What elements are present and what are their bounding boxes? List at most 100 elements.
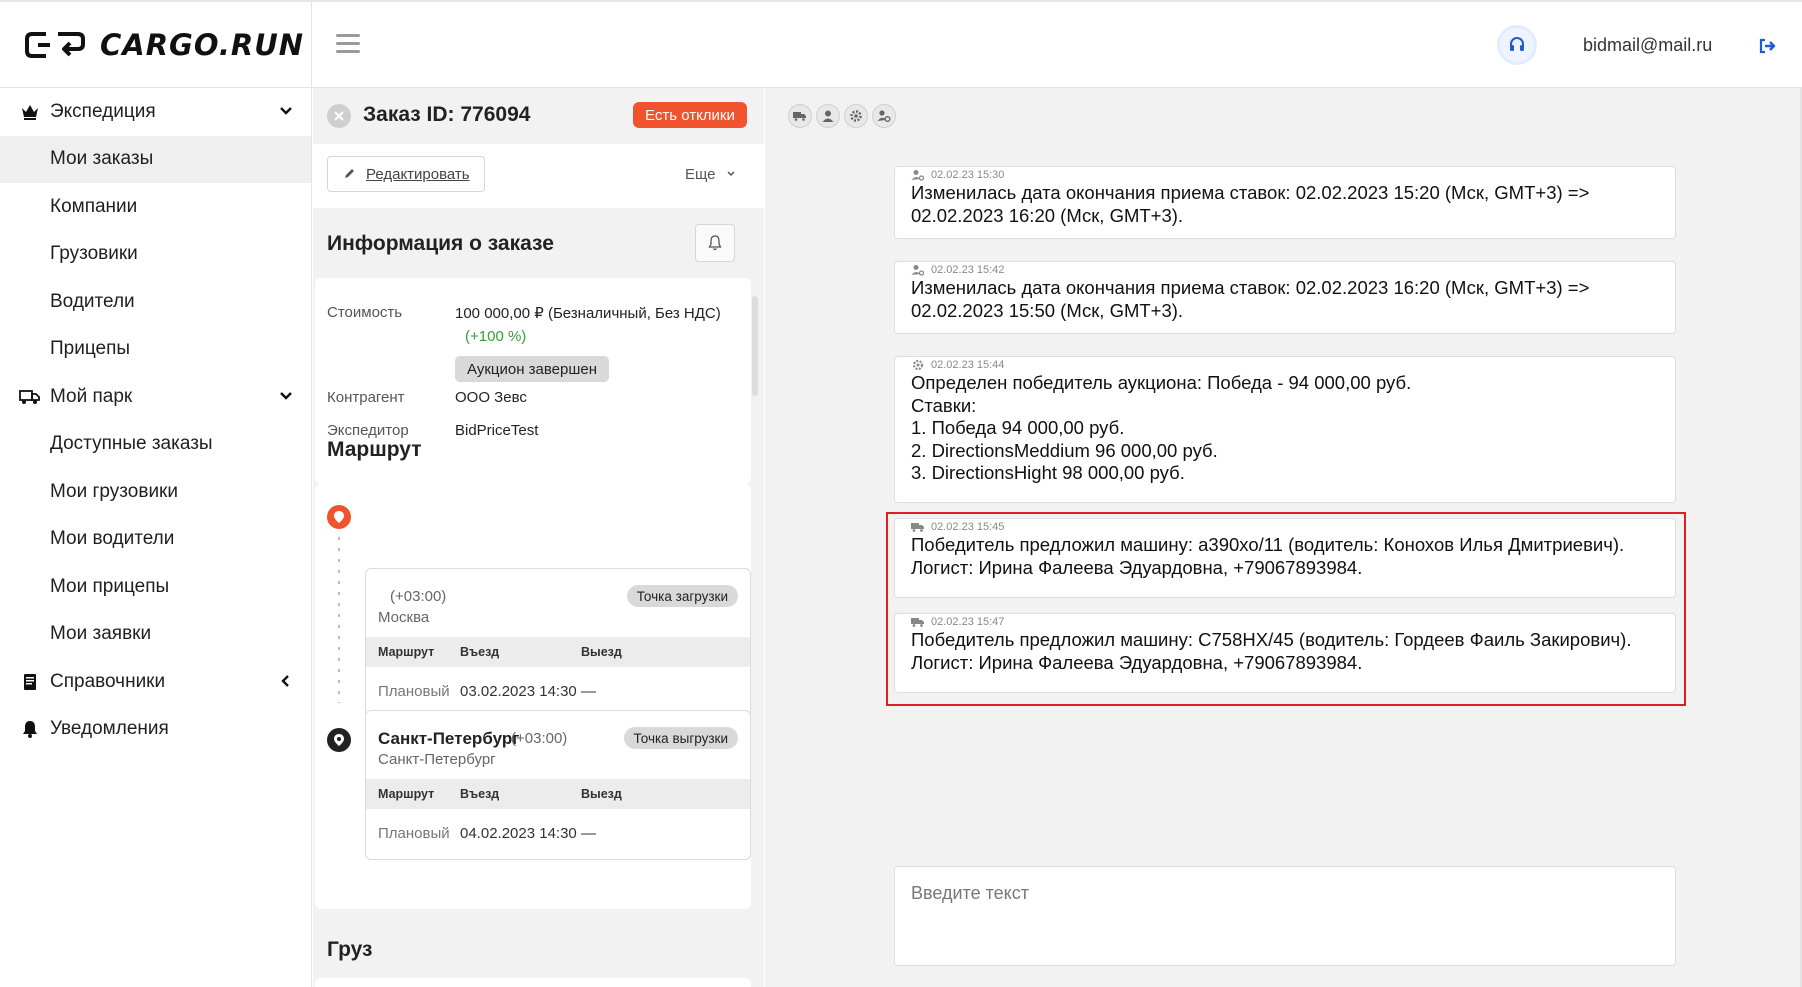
entry-time: 02.02.23 15:44 — [931, 359, 1005, 371]
col-in: Въезд — [460, 645, 500, 659]
counterparty-label: Контрагент — [327, 389, 405, 406]
sidebar-item-label: Доступные заказы — [50, 433, 213, 455]
order-header: Заказ ID: 776094 Есть отклики — [313, 88, 764, 144]
point-address: Москва — [378, 609, 430, 626]
sidebar-item-trucks[interactable]: Грузовики — [0, 231, 311, 279]
row-in: 04.02.2023 14:30 — [460, 825, 577, 842]
entry-text: Определен победитель аукциона: Победа - … — [911, 372, 1661, 485]
sidebar-item-label: Прицепы — [50, 338, 131, 360]
user-gear-filter-icon[interactable] — [872, 104, 896, 128]
sidebar-item-my-trucks[interactable]: Мои грузовики — [0, 468, 311, 516]
crown-icon — [18, 101, 42, 123]
entry-line: 3. DirectionsHight 98 000,00 руб. — [911, 462, 1185, 483]
user-email[interactable]: bidmail@mail.ru — [1583, 35, 1712, 56]
cost-label: Стоимость — [327, 304, 403, 321]
sidebar-item-available-orders[interactable]: Доступные заказы — [0, 421, 311, 469]
sidebar-group-label: Справочники — [50, 670, 166, 692]
logout-icon[interactable] — [1757, 36, 1777, 56]
auction-status-badge: Аукцион завершен — [455, 356, 610, 382]
end-pin-icon — [327, 728, 351, 752]
entry-text: Изменилась дата окончания приема ставок:… — [911, 277, 1661, 322]
gear-filter-icon[interactable] — [844, 104, 868, 128]
point-city: Санкт-Петербург — [378, 729, 520, 748]
entry-text: Изменилась дата окончания приема ставок:… — [911, 182, 1661, 227]
sidebar-group-my-fleet[interactable]: Мой парк — [0, 373, 311, 421]
panel-scrollbar[interactable] — [752, 296, 758, 396]
message-input[interactable] — [894, 866, 1676, 966]
logo[interactable]: CARGO.RUN — [0, 2, 312, 88]
sidebar-item-label: Грузовики — [50, 243, 138, 265]
sidebar-item-companies[interactable]: Компании — [0, 183, 311, 231]
chevron-down-icon — [727, 171, 735, 177]
sidebar-item-label: Мои водители — [50, 528, 175, 550]
order-panel: Заказ ID: 776094 Есть отклики Редактиров… — [313, 88, 764, 987]
sidebar-group-label: Мой парк — [50, 385, 133, 407]
forwarder-label: Экспедитор — [327, 422, 409, 439]
sidebar-item-my-orders[interactable]: Мои заказы — [0, 135, 311, 183]
row-label: Плановый — [378, 825, 450, 842]
row-out: — — [581, 825, 596, 842]
cost-delta: (+100 %) — [465, 328, 527, 345]
sidebar-item-my-trailers[interactable]: Мои прицепы — [0, 563, 311, 611]
entry-line: Изменилась дата окончания приема ставок:… — [911, 277, 1590, 298]
sidebar-item-label: Водители — [50, 290, 135, 312]
entry-time: 02.02.23 15:42 — [931, 264, 1005, 276]
notify-bell-icon[interactable] — [695, 224, 735, 262]
logo-icon — [25, 32, 85, 58]
user-gear-icon — [911, 265, 925, 276]
user-gear-icon — [911, 170, 925, 181]
order-info-title: Информация о заказе — [327, 232, 554, 255]
entry-line: 1. Победа 94 000,00 руб. — [911, 417, 1125, 438]
support-headset-icon[interactable] — [1500, 28, 1534, 62]
menu-toggle-icon[interactable] — [336, 34, 360, 54]
sidebar-item-my-requests[interactable]: Мои заявки — [0, 611, 311, 659]
route-point-unloading[interactable]: Санкт-Петербург (+03:00) Санкт-Петербург… — [365, 710, 751, 860]
start-pin-icon — [327, 505, 351, 529]
entry-meta: 02.02.23 15:42 — [911, 264, 1004, 276]
sidebar-item-drivers[interactable]: Водители — [0, 278, 311, 326]
entry-time: 02.02.23 15:30 — [931, 169, 1005, 181]
truck-icon — [18, 386, 42, 408]
pencil-icon — [345, 169, 354, 178]
sidebar-group-expedition[interactable]: Экспедиция — [0, 88, 311, 136]
entry-line: Изменилась дата окончания приема ставок:… — [911, 182, 1590, 203]
col-out: Выезд — [581, 645, 622, 659]
chevron-left-icon — [281, 675, 289, 687]
user-filter-icon[interactable] — [816, 104, 840, 128]
col-route: Маршрут — [378, 645, 435, 659]
col-out: Выезд — [581, 787, 622, 801]
logo-text: CARGO.RUN — [100, 28, 305, 62]
truck-filter-icon[interactable] — [788, 104, 812, 128]
history-entry: 02.02.23 15:42 Изменилась дата окончания… — [894, 261, 1676, 334]
col-route: Маршрут — [378, 787, 435, 801]
point-address: Санкт-Петербург — [378, 751, 496, 768]
forwarder-value: BidPriceTest — [455, 422, 539, 439]
sidebar-item-trailers[interactable]: Прицепы — [0, 326, 311, 374]
entry-meta: 02.02.23 15:30 — [911, 169, 1004, 181]
bids-badge[interactable]: Есть отклики — [633, 102, 747, 128]
sidebar-item-label: Мои прицепы — [50, 575, 170, 597]
route-title: Маршрут — [327, 438, 422, 461]
sidebar-item-label: Мои заказы — [50, 148, 154, 170]
point-type-badge: Точка выгрузки — [623, 727, 738, 749]
close-icon[interactable] — [327, 104, 351, 128]
cargo-card — [315, 978, 751, 987]
point-timezone: (+03:00) — [390, 588, 447, 605]
sidebar-item-label: Компании — [50, 195, 138, 217]
route-point-loading[interactable]: (+03:00) Москва Точка загрузки Маршрут В… — [365, 568, 751, 718]
entry-meta: 02.02.23 15:44 — [911, 359, 1004, 371]
sidebar-group-notifications[interactable]: Уведомления — [0, 706, 311, 754]
more-dropdown[interactable]: Еще — [685, 166, 736, 183]
chevron-down-icon — [280, 392, 292, 400]
gear-icon — [912, 359, 924, 371]
sidebar-group-directories[interactable]: Справочники — [0, 658, 311, 706]
top-bar: CARGO.RUN bidmail@mail.ru — [0, 0, 1802, 88]
sidebar-item-label: Мои заявки — [50, 623, 152, 645]
row-out: — — [581, 683, 596, 700]
sidebar-item-my-drivers[interactable]: Мои водители — [0, 516, 311, 564]
highlight-frame — [886, 512, 1686, 706]
edit-button[interactable]: Редактировать — [327, 156, 485, 192]
point-table-header: Маршрут Въезд Выезд — [366, 637, 750, 667]
history-filters — [788, 104, 900, 128]
row-in: 03.02.2023 14:30 — [460, 683, 577, 700]
